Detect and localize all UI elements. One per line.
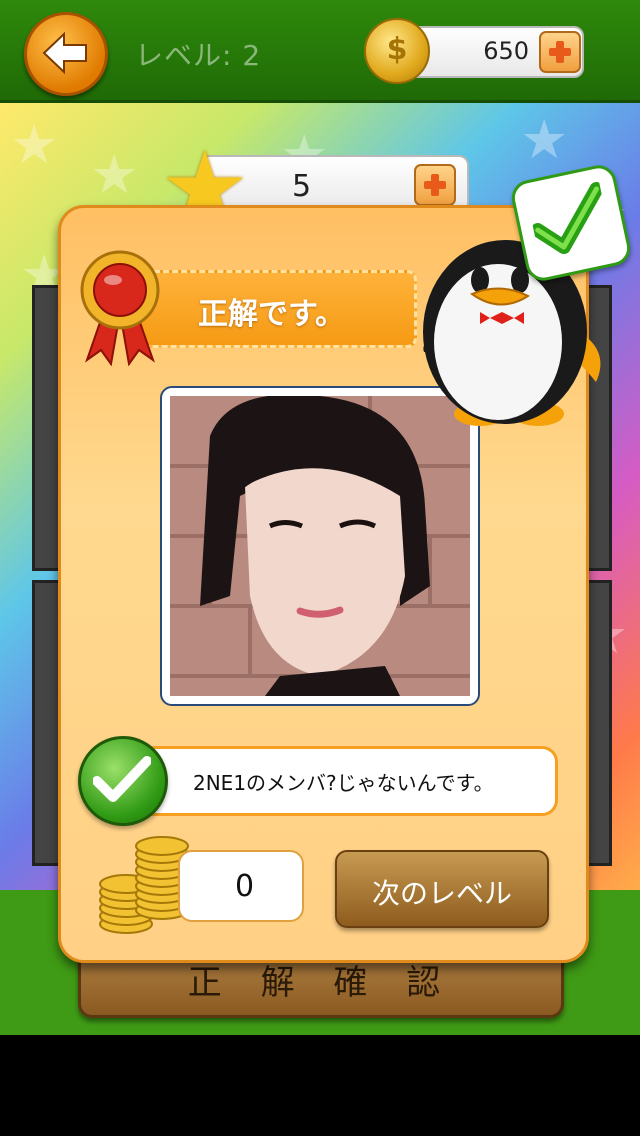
next-level-label: 次のレベル	[371, 877, 512, 910]
level-label: レベル: 2	[135, 39, 262, 72]
reward-coins-box: 0	[178, 850, 304, 922]
next-level-button[interactable]: 次のレベル	[335, 850, 549, 928]
coin-icon: $	[364, 18, 430, 84]
check-icon	[530, 181, 604, 255]
reward-coins-value: 0	[235, 869, 255, 904]
answer-photo	[170, 396, 470, 696]
hint-count: 5	[292, 169, 312, 204]
answer-text: 2NE1のメンバ?じゃないんです。	[193, 771, 494, 795]
dialog-title: 正解です。	[198, 297, 345, 332]
title-ribbon: 正解です。	[126, 270, 417, 348]
answer-bar: 2NE1のメンバ?じゃないんです。	[120, 746, 558, 816]
back-button[interactable]	[24, 12, 108, 96]
buy-coins-button[interactable]	[539, 31, 581, 73]
buy-hints-button[interactable]	[414, 164, 456, 206]
correct-badge	[508, 162, 634, 284]
coin-count: 650	[483, 37, 529, 65]
check-icon	[78, 736, 168, 826]
medal-icon	[80, 250, 160, 366]
answer-photo-frame	[160, 386, 480, 706]
arrow-left-icon	[42, 32, 87, 74]
coin-balance: 650	[405, 26, 584, 78]
